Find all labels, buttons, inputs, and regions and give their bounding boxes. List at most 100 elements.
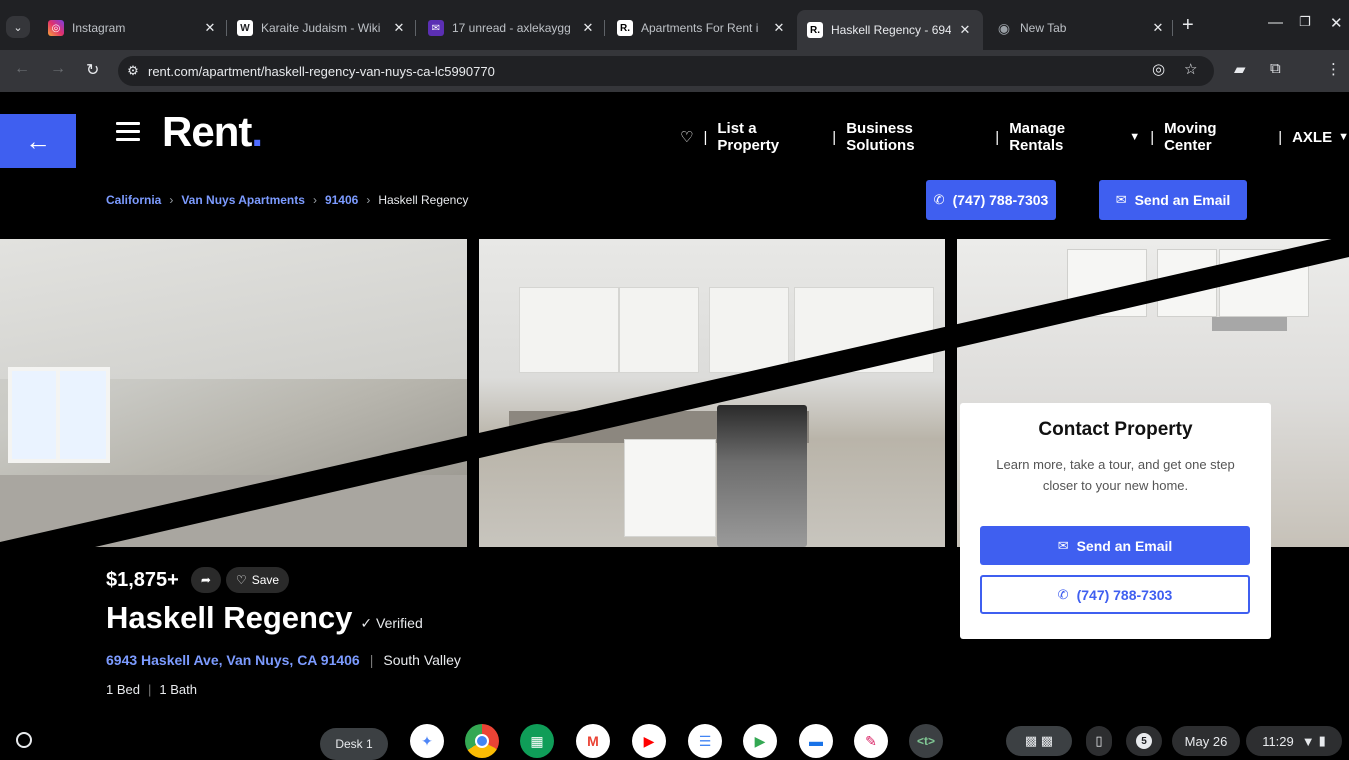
tab-title: New Tab — [1020, 21, 1067, 35]
share-icon: ➦ — [200, 573, 211, 587]
chrome-app-icon[interactable] — [465, 724, 499, 758]
property-address[interactable]: 6943 Haskell Ave, Van Nuys, CA 91406 — [106, 652, 360, 668]
nav-manage-rentals[interactable]: Manage Rentals — [1009, 120, 1123, 154]
tab-apartments[interactable]: R. Apartments For Rent i ✕ — [617, 14, 787, 42]
extension-wallet-icon[interactable]: ▰ — [1234, 60, 1246, 78]
title-row: Haskell Regency ✓ Verified — [106, 600, 423, 636]
beds-baths-row: 1 Bed | 1 Bath — [106, 682, 197, 697]
tab-search-button[interactable]: ⌄ — [6, 16, 30, 38]
tab-mail[interactable]: ✉ 17 unread - axlekaygg ✕ — [428, 14, 596, 42]
top-navigation: ♡ | List a Property | Business Solutions… — [680, 120, 1349, 154]
phone-hub-icon[interactable]: ▯ — [1086, 726, 1112, 756]
restore-icon[interactable]: ❐ — [1299, 14, 1311, 30]
send-email-label: Send an Email — [1076, 537, 1173, 554]
back-arrow-icon[interactable]: ← — [14, 60, 30, 78]
close-window-icon[interactable]: ✕ — [1330, 14, 1343, 32]
share-button[interactable]: ➦ — [190, 567, 221, 593]
tab-instagram[interactable]: ◎ Instagram ✕ — [48, 14, 218, 42]
menu-kebab-icon[interactable]: ⋮ — [1326, 60, 1341, 78]
tab-title: Haskell Regency - 694 — [831, 23, 951, 37]
baths-count: 1 Bath — [159, 682, 197, 697]
close-tab-icon[interactable]: ✕ — [580, 20, 596, 36]
forward-arrow-icon[interactable]: → — [50, 60, 66, 78]
status-tray[interactable]: 11:29 ▼ ▮ — [1246, 726, 1342, 756]
nav-list-property[interactable]: List a Property — [717, 120, 822, 154]
address-bar: ← → ↻ ⚙ rent.com/apartment/haskell-regen… — [0, 50, 1349, 92]
date-tray[interactable]: May 26 — [1172, 726, 1240, 756]
close-tab-icon[interactable]: ✕ — [957, 22, 973, 38]
new-tab-plus-icon[interactable]: + — [1182, 14, 1194, 37]
chevron-down-icon[interactable]: ▼ — [1338, 131, 1349, 143]
envelope-icon: ✉ — [1057, 537, 1069, 553]
tab-title: Instagram — [72, 21, 126, 35]
eye-off-icon[interactable]: ◎ — [1152, 60, 1165, 78]
play-store-app-icon[interactable]: ▶ — [743, 724, 777, 758]
window-image — [8, 367, 110, 463]
minimize-icon[interactable]: — — [1268, 14, 1283, 31]
url-text[interactable]: rent.com/apartment/haskell-regency-van-n… — [148, 64, 495, 79]
tab-bar: ⌄ ◎ Instagram ✕ W Karaite Judaism - Wiki… — [0, 0, 1349, 50]
tab-separator — [604, 20, 605, 36]
close-tab-icon[interactable]: ✕ — [202, 20, 218, 36]
tab-title: 17 unread - axlekaygg — [452, 21, 571, 35]
youtube-app-icon[interactable]: ▶ — [632, 724, 666, 758]
launcher-button[interactable] — [7, 724, 41, 758]
mail-icon: ✉ — [428, 20, 444, 36]
chevron-down-icon[interactable]: ▼ — [1129, 131, 1140, 143]
os-shelf: Desk 1 ✦ ▦ M ▶ ☰ ▶ ▬ ✎ <t> ▩ ▩ ▯ 5 May 2… — [0, 710, 1349, 760]
heart-icon: ♡ — [235, 573, 247, 587]
verified-label: Verified — [376, 615, 423, 631]
docs-app-icon[interactable]: ☰ — [688, 724, 722, 758]
extensions-puzzle-icon[interactable]: ⧉ — [1270, 60, 1281, 77]
clock-time: 11:29 — [1262, 733, 1294, 749]
desk-switcher[interactable]: Desk 1 — [320, 728, 388, 760]
contact-call-button[interactable]: ✆ (747) 788-7303 — [980, 575, 1250, 614]
files-app-icon[interactable]: ▬ — [799, 724, 833, 758]
terminal-app-icon[interactable]: <t> — [909, 724, 943, 758]
close-tab-icon[interactable]: ✕ — [1150, 20, 1166, 36]
call-button[interactable]: ✆ (747) 788-7303 — [926, 180, 1056, 220]
photo-living-room[interactable] — [0, 239, 467, 547]
holding-space-thumbnails[interactable]: ▩ ▩ — [1006, 726, 1072, 756]
notes-app-icon[interactable]: ✎ — [854, 724, 888, 758]
close-tab-icon[interactable]: ✕ — [771, 20, 787, 36]
chevron-right-icon: › — [312, 193, 317, 207]
omnibox[interactable]: ⚙ rent.com/apartment/haskell-regency-van… — [118, 56, 1214, 86]
send-email-button[interactable]: ✉ Send an Email — [1099, 180, 1247, 220]
property-name: Haskell Regency — [106, 600, 353, 635]
nav-user-menu[interactable]: AXLE — [1292, 129, 1332, 146]
tab-wikipedia[interactable]: W Karaite Judaism - Wiki ✕ — [237, 14, 407, 42]
listing-price: $1,875+ — [106, 568, 179, 591]
breadcrumb-current: Haskell Regency — [378, 193, 469, 207]
photo-kitchen[interactable] — [479, 239, 945, 547]
contact-property-card: Contact Property Learn more, take a tour… — [960, 403, 1271, 639]
save-button[interactable]: ♡ Save — [225, 567, 290, 593]
bookmark-star-icon[interactable]: ☆ — [1184, 60, 1197, 78]
rent-logo[interactable]: Rent. — [162, 108, 263, 156]
tab-separator — [226, 20, 227, 36]
breadcrumb-zip[interactable]: 91406 — [325, 193, 358, 207]
hamburger-menu-icon[interactable] — [116, 122, 140, 142]
phone-icon: ✆ — [1057, 586, 1069, 602]
contact-send-email-button[interactable]: ✉ Send an Email — [980, 526, 1250, 565]
notification-counter[interactable]: 5 — [1126, 726, 1162, 756]
tab-new-tab[interactable]: ◉ New Tab ✕ — [996, 14, 1166, 42]
favorites-heart-icon[interactable]: ♡ — [680, 128, 693, 146]
back-button[interactable]: ← — [0, 114, 76, 168]
breadcrumb-van-nuys[interactable]: Van Nuys Apartments — [181, 193, 305, 207]
address-row: 6943 Haskell Ave, Van Nuys, CA 91406 | S… — [106, 652, 461, 668]
tab-haskell-regency[interactable]: R. Haskell Regency - 694 ✕ — [797, 10, 983, 50]
assistant-sparkle-icon[interactable]: ✦ — [410, 724, 444, 758]
nav-moving-center[interactable]: Moving Center — [1164, 120, 1268, 154]
nav-business-solutions[interactable]: Business Solutions — [846, 120, 985, 154]
close-tab-icon[interactable]: ✕ — [391, 20, 407, 36]
gmail-app-icon[interactable]: M — [576, 724, 610, 758]
rent-icon: R. — [617, 20, 633, 36]
phone-label: (747) 788-7303 — [1076, 586, 1173, 603]
reload-icon[interactable]: ↻ — [86, 60, 99, 80]
breadcrumb-california[interactable]: California — [106, 193, 161, 207]
sheets-app-icon[interactable]: ▦ — [520, 724, 554, 758]
site-settings-icon[interactable]: ⚙ — [118, 63, 148, 79]
notification-count: 5 — [1136, 733, 1152, 749]
tab-title: Karaite Judaism - Wiki — [261, 21, 381, 35]
